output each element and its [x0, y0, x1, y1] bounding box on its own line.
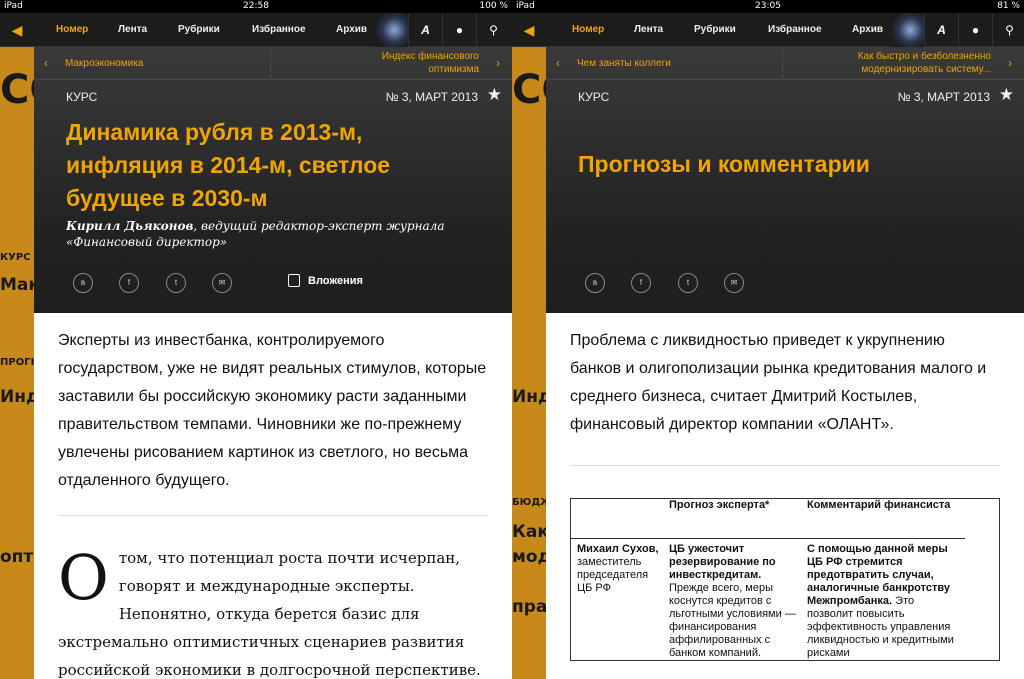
article-title: Прогнозы и комментарии	[578, 151, 870, 177]
chevron-right-icon: ›	[1008, 56, 1012, 70]
star-icon[interactable]: ★	[999, 85, 1014, 105]
facebook-icon[interactable]: f	[119, 273, 139, 293]
table-cell-person: Михаил Сухов, заместитель председателя ЦБ…	[577, 543, 659, 594]
battery-level: 100 %	[479, 1, 508, 11]
cover-text: ПРОГН	[0, 357, 34, 368]
cover-text: СОДЕРЖ	[0, 67, 34, 113]
table-cell-comment: С помощью данной меры ЦБ РФ стремится пр…	[807, 543, 954, 659]
table-header-cell	[571, 499, 663, 538]
cover-text: Инде	[0, 387, 34, 407]
status-bar: iPad 23:05 81 %	[512, 0, 1024, 13]
article-view: ‹ Чем заняты коллеги Как быстро и безбол…	[546, 47, 1024, 679]
twitter-icon[interactable]: t	[166, 273, 186, 293]
chevron-left-icon: ‹	[44, 56, 48, 70]
article-header: ‹ Макроэкономика Индекс финансового оптим…	[34, 47, 512, 313]
table-cell-forecast: ЦБ ужесточит резервирование по инвесткре…	[669, 543, 796, 659]
tab-archive[interactable]: Архив	[336, 13, 367, 47]
article-author: Кирилл Дьяконов, ведущий редактор-экспер…	[66, 219, 445, 249]
attachment-icon	[288, 274, 300, 287]
chevron-right-icon: ›	[496, 56, 500, 70]
article-lead: Эксперты из инвестбанка, контролируемого…	[58, 332, 487, 489]
cover-text: Макр	[0, 275, 34, 295]
next-article-button[interactable]: Как быстро и безболезненно модернизироват…	[784, 47, 1024, 80]
attachments-button[interactable]: Вложения	[288, 274, 363, 287]
article-view: ‹ Макроэкономика Индекс финансового оптим…	[34, 47, 512, 679]
facebook-icon[interactable]: f	[631, 273, 651, 293]
battery-level: 81 %	[997, 1, 1020, 11]
prev-article-button[interactable]: ‹ Макроэкономика	[34, 47, 271, 80]
twitter-icon[interactable]: t	[678, 273, 698, 293]
article-title: Динамика рубля в 2013-м, инфляция в 2014…	[66, 119, 391, 211]
cover-text: Инде	[512, 387, 546, 407]
rubric-label: КУРС	[66, 90, 98, 104]
email-icon[interactable]: ✉	[724, 273, 744, 293]
article-body: Эксперты из инвестбанка, контролируемого…	[58, 327, 488, 679]
glow-decoration	[890, 13, 924, 47]
left-ipad-screen: iPad 22:58 100 % ◀ Номер Лента Рубрики И…	[0, 0, 512, 679]
table-row: Михаил Сухов, заместитель председателя ЦБ…	[571, 539, 999, 660]
forecast-table: Прогноз эксперта* Комментарий финансиста…	[570, 498, 1000, 661]
tab-rubrics[interactable]: Рубрики	[178, 13, 220, 47]
cover-text: моде	[512, 547, 546, 567]
email-icon[interactable]: ✉	[212, 273, 232, 293]
issue-label: № 3, МАРТ 2013	[385, 90, 478, 104]
font-size-icon[interactable]: A	[924, 13, 958, 47]
prev-article-label: Чем заняты коллеги	[577, 58, 671, 69]
star-icon[interactable]: ★	[487, 85, 502, 105]
search-icon[interactable]: ⚲	[476, 13, 510, 47]
tab-favorites[interactable]: Избранное	[252, 13, 306, 47]
vk-icon[interactable]: в	[73, 273, 93, 293]
top-navigation: ◀ Номер Лента Рубрики Избранное Архив A …	[512, 13, 1024, 47]
prev-article-label: Макроэкономика	[65, 58, 144, 69]
chevron-left-icon: ‹	[556, 56, 560, 70]
cover-text: КУРС	[0, 252, 31, 263]
tab-feed[interactable]: Лента	[634, 13, 663, 47]
divider	[570, 465, 1000, 466]
tab-issue[interactable]: Номер	[572, 13, 604, 47]
clock: 23:05	[755, 1, 781, 11]
article-body: Проблема с ликвидностью приведет к укруп…	[570, 327, 1000, 661]
cover-text: опти	[0, 547, 34, 567]
user-icon[interactable]: ●	[958, 13, 992, 47]
prev-article-button[interactable]: ‹ Чем заняты коллеги	[546, 47, 783, 80]
status-bar: iPad 22:58 100 %	[0, 0, 512, 13]
cover-text: БЮДЖЕ	[512, 497, 546, 508]
tab-favorites[interactable]: Избранное	[768, 13, 822, 47]
divider	[58, 515, 488, 516]
article-pager: ‹ Чем заняты коллеги Как быстро и безбол…	[546, 47, 1024, 80]
next-article-button[interactable]: Индекс финансового оптимизма ›	[272, 47, 512, 80]
back-arrow-icon[interactable]: ◀	[512, 13, 546, 47]
table-header-cell: Комментарий финансиста	[807, 499, 951, 511]
font-size-icon[interactable]: A	[408, 13, 442, 47]
right-ipad-screen: iPad 23:05 81 % ◀ Номер Лента Рубрики Из…	[512, 0, 1024, 679]
article-lead: Проблема с ликвидностью приведет к укруп…	[570, 332, 987, 433]
tab-issue[interactable]: Номер	[56, 13, 88, 47]
cover-text: СОДЕРЖ	[512, 67, 546, 113]
issue-label: № 3, МАРТ 2013	[897, 90, 990, 104]
user-icon[interactable]: ●	[442, 13, 476, 47]
clock: 22:58	[243, 1, 269, 11]
next-article-label: Индекс финансового оптимизма	[381, 51, 479, 75]
search-icon[interactable]: ⚲	[992, 13, 1024, 47]
tab-feed[interactable]: Лента	[118, 13, 147, 47]
tab-archive[interactable]: Архив	[852, 13, 883, 47]
article-paragraph: Отом, что потенциал роста почти исчерпан…	[58, 541, 481, 679]
cover-text: Как	[512, 522, 546, 542]
cover-background: СОДЕРЖ Инде БЮДЖЕ Как моде прак	[512, 47, 546, 679]
tab-rubrics[interactable]: Рубрики	[694, 13, 736, 47]
rubric-label: КУРС	[578, 90, 610, 104]
next-article-label: Как быстро и безболезненно модернизироват…	[857, 51, 991, 75]
cover-text: прак	[512, 597, 546, 617]
glow-decoration	[374, 13, 408, 47]
table-header: Прогноз эксперта* Комментарий финансиста	[571, 499, 965, 539]
top-navigation: ◀ Номер Лента Рубрики Избранное Архив A …	[0, 13, 512, 47]
article-pager: ‹ Макроэкономика Индекс финансового оптим…	[34, 47, 512, 80]
article-header: ‹ Чем заняты коллеги Как быстро и безбол…	[546, 47, 1024, 313]
table-header-cell: Прогноз эксперта*	[669, 499, 770, 511]
drop-cap: О	[58, 541, 109, 614]
vk-icon[interactable]: в	[585, 273, 605, 293]
back-arrow-icon[interactable]: ◀	[0, 13, 34, 47]
cover-background: СОДЕРЖ КУРС Макр ПРОГН Инде опти	[0, 47, 34, 679]
